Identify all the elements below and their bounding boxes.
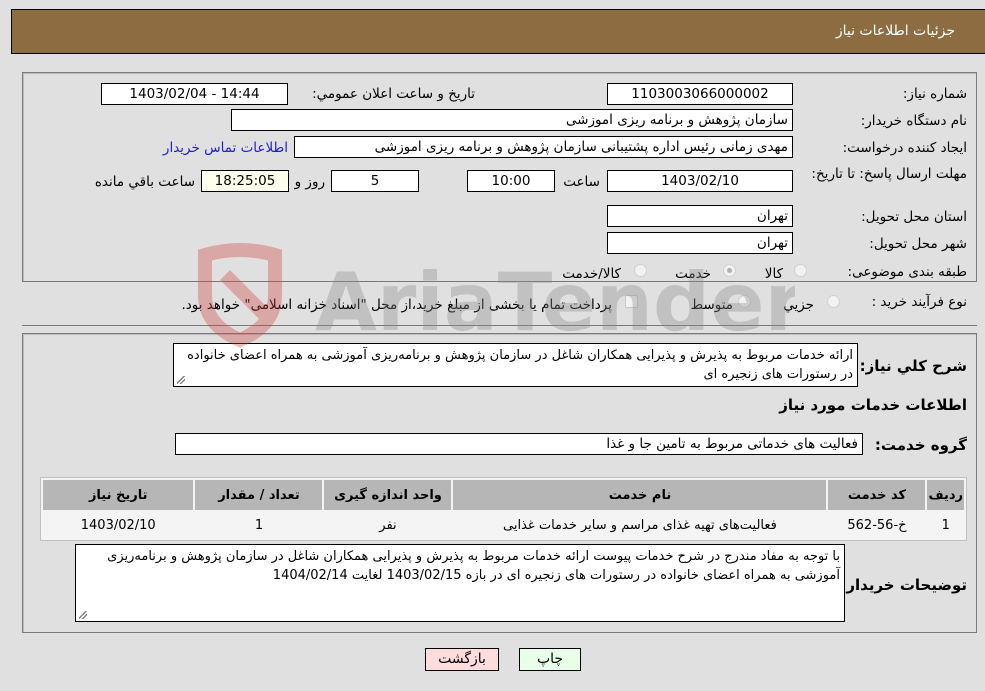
col-unit: واحد اندازه گیری <box>324 480 452 510</box>
category-option-goods-service: کالا/خدمت <box>562 266 621 282</box>
description-label: شرح کلي نیاز: <box>859 357 967 375</box>
treasury-note: پرداخت تمام یا بخشی از مبلغ خرید،از محل … <box>181 297 612 313</box>
deadline-date-field[interactable]: 1403/02/10 <box>607 170 793 192</box>
process-option-medium: متوسط <box>690 297 733 313</box>
description-textarea[interactable]: ارائه خدمات مربوط به پذیرش و پذیرایی همک… <box>173 343 858 387</box>
service-group-field[interactable]: فعالیت های خدماتی مربوط به تامین جا و غذ… <box>175 433 863 455</box>
process-label: نوع فرآیند خرید : <box>871 294 967 310</box>
cell-service-name: فعالیت‌های تهیه غذای مراسم و سایر خدمات … <box>453 512 827 538</box>
print-button[interactable]: چاپ <box>519 648 581 671</box>
need-number-field[interactable]: 1103003066000002 <box>607 83 793 105</box>
services-section-title: اطلاعات خدمات مورد نیاز <box>779 396 967 414</box>
days-label: روز و <box>294 174 325 190</box>
col-row-number: ردیف <box>927 480 964 510</box>
creator-field[interactable]: مهدی زمانی رئیس اداره پشتیبانی سازمان پژ… <box>294 136 793 158</box>
buyer-contact-link[interactable]: اطلاعات تماس خریدار <box>163 140 288 156</box>
divider <box>22 325 977 326</box>
announce-label: تاریخ و ساعت اعلان عمومي: <box>312 86 475 102</box>
buyer-notes-text: با توجه به مفاد مندرج در شرح خدمات پیوست… <box>107 549 840 583</box>
creator-label: ایجاد کننده درخواست: <box>842 140 967 156</box>
buyer-org-label: نام دستگاه خریدار: <box>860 113 967 129</box>
buyer-org-field[interactable]: سازمان پژوهش و برنامه ریزی اموزشی <box>231 109 793 131</box>
cell-service-code: خ-56-562 <box>828 512 926 538</box>
col-need-date: تاریخ نیاز <box>43 480 194 510</box>
cell-quantity: 1 <box>195 512 323 538</box>
process-radio-minor[interactable] <box>827 295 840 308</box>
remaining-time-field: 18:25:05 <box>201 170 289 192</box>
city-label: شهر محل تحویل: <box>869 236 967 252</box>
page-title: جزئیات اطلاعات نیاز <box>835 23 955 39</box>
cell-row-number: 1 <box>927 512 964 538</box>
back-button[interactable]: بازگشت <box>425 648 499 671</box>
remaining-time-label: ساعت باقي مانده <box>94 174 195 190</box>
deadline-time-field[interactable]: 10:00 <box>467 170 555 192</box>
resize-grip-icon[interactable] <box>79 611 87 619</box>
cell-unit: نفر <box>324 512 452 538</box>
province-label: استان محل تحویل: <box>861 209 967 225</box>
col-service-code: کد خدمت <box>828 480 926 510</box>
category-radio-service[interactable] <box>723 264 736 277</box>
process-radio-medium[interactable] <box>738 295 751 308</box>
buyer-notes-label: توضیحات خریدار: <box>840 576 967 594</box>
need-number-label: شماره نیاز: <box>902 86 967 102</box>
buyer-notes-textarea[interactable]: با توجه به مفاد مندرج در شرح خدمات پیوست… <box>75 544 845 622</box>
page-header: جزئیات اطلاعات نیاز <box>11 9 985 54</box>
category-option-goods: کالا <box>764 266 783 282</box>
category-radio-goods-service[interactable] <box>634 264 647 277</box>
cell-need-date: 1403/02/10 <box>43 512 194 538</box>
table-header-row: ردیف کد خدمت نام خدمت واحد اندازه گیری ت… <box>43 480 964 510</box>
days-remaining-field[interactable]: 5 <box>331 170 419 192</box>
service-group-label: گروه خدمت: <box>874 436 967 454</box>
description-text: ارائه خدمات مربوط به پذیرش و پذیرایی همک… <box>187 348 853 382</box>
announce-datetime-field[interactable]: 1403/02/04 - 14:44 <box>101 83 288 105</box>
deadline-label: مهلت ارسال پاسخ: تا تاریخ: <box>811 166 967 182</box>
process-option-minor: جزيي <box>783 297 814 313</box>
category-option-service: خدمت <box>675 266 711 282</box>
resize-grip-icon[interactable] <box>177 376 185 384</box>
category-label: طبقه بندی موضوعی: <box>847 264 967 280</box>
province-field[interactable]: تهران <box>607 205 793 227</box>
services-table: ردیف کد خدمت نام خدمت واحد اندازه گیری ت… <box>40 477 967 541</box>
treasury-checkbox[interactable] <box>625 295 638 308</box>
category-radio-goods[interactable] <box>794 264 807 277</box>
city-field[interactable]: تهران <box>607 232 793 254</box>
deadline-time-label: ساعت <box>563 174 600 190</box>
table-row: 1 خ-56-562 فعالیت‌های تهیه غذای مراسم و … <box>43 512 964 538</box>
col-service-name: نام خدمت <box>453 480 827 510</box>
col-quantity: تعداد / مقدار <box>195 480 323 510</box>
